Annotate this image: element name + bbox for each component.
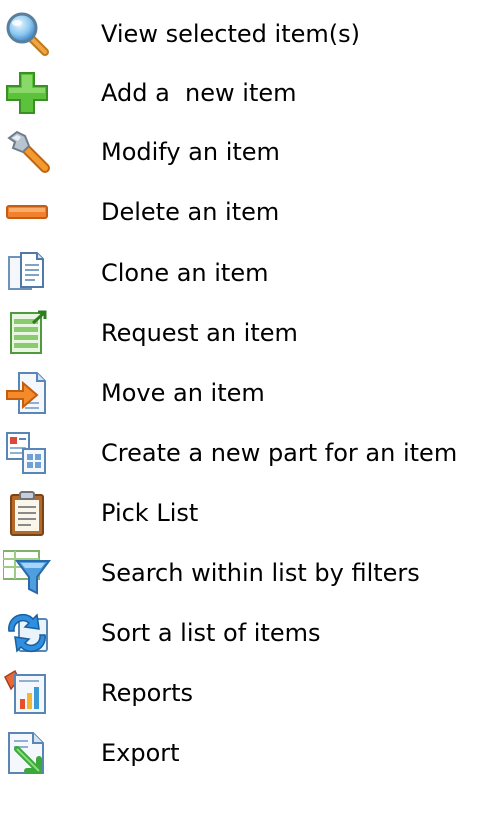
legend-label-pick-list: Pick List (101, 499, 199, 527)
legend-label-view: View selected item(s) (101, 20, 360, 48)
legend-row-sort: Sort a list of items (0, 609, 488, 669)
legend-label-move: Move an item (101, 379, 265, 407)
filter-funnel-icon (3, 549, 51, 597)
legend-label-add: Add a new item (101, 79, 297, 107)
legend-row-new-part: Create a new part for an item (0, 429, 488, 489)
new-part-icon (3, 429, 51, 477)
move-document-icon (3, 369, 51, 417)
legend-row-pick-list: Pick List (0, 489, 488, 549)
reports-chart-icon (3, 669, 51, 717)
legend-label-reports: Reports (101, 679, 194, 707)
legend-row-view: View selected item(s) (0, 10, 488, 70)
orange-minus-icon (3, 188, 51, 236)
legend-row-move: Move an item (0, 369, 488, 429)
legend-row-filter: Search within list by filters (0, 549, 488, 609)
clone-documents-icon (3, 249, 51, 297)
legend-label-filter: Search within list by filters (101, 559, 420, 587)
export-arrow-icon (3, 729, 51, 777)
wrench-icon (3, 128, 51, 176)
request-form-icon (3, 309, 51, 357)
sort-refresh-icon (3, 609, 51, 657)
green-plus-icon (3, 69, 51, 117)
legend-label-sort: Sort a list of items (101, 619, 321, 647)
legend-row-export: Export (0, 729, 488, 789)
legend-row-modify: Modify an item (0, 128, 488, 188)
legend-label-delete: Delete an item (101, 198, 280, 226)
legend-label-export: Export (101, 739, 180, 767)
legend-label-request: Request an item (101, 319, 298, 347)
legend-label-modify: Modify an item (101, 138, 280, 166)
legend-row-clone: Clone an item (0, 249, 488, 309)
icon-legend: View selected item(s) Add a new item Mod… (0, 0, 488, 827)
magnifier-icon (3, 10, 51, 58)
legend-row-delete: Delete an item (0, 188, 488, 248)
legend-row-reports: Reports (0, 669, 488, 729)
legend-row-request: Request an item (0, 309, 488, 369)
legend-label-new-part: Create a new part for an item (101, 439, 458, 467)
clipboard-icon (3, 489, 51, 537)
legend-label-clone: Clone an item (101, 259, 269, 287)
legend-row-add: Add a new item (0, 69, 488, 129)
